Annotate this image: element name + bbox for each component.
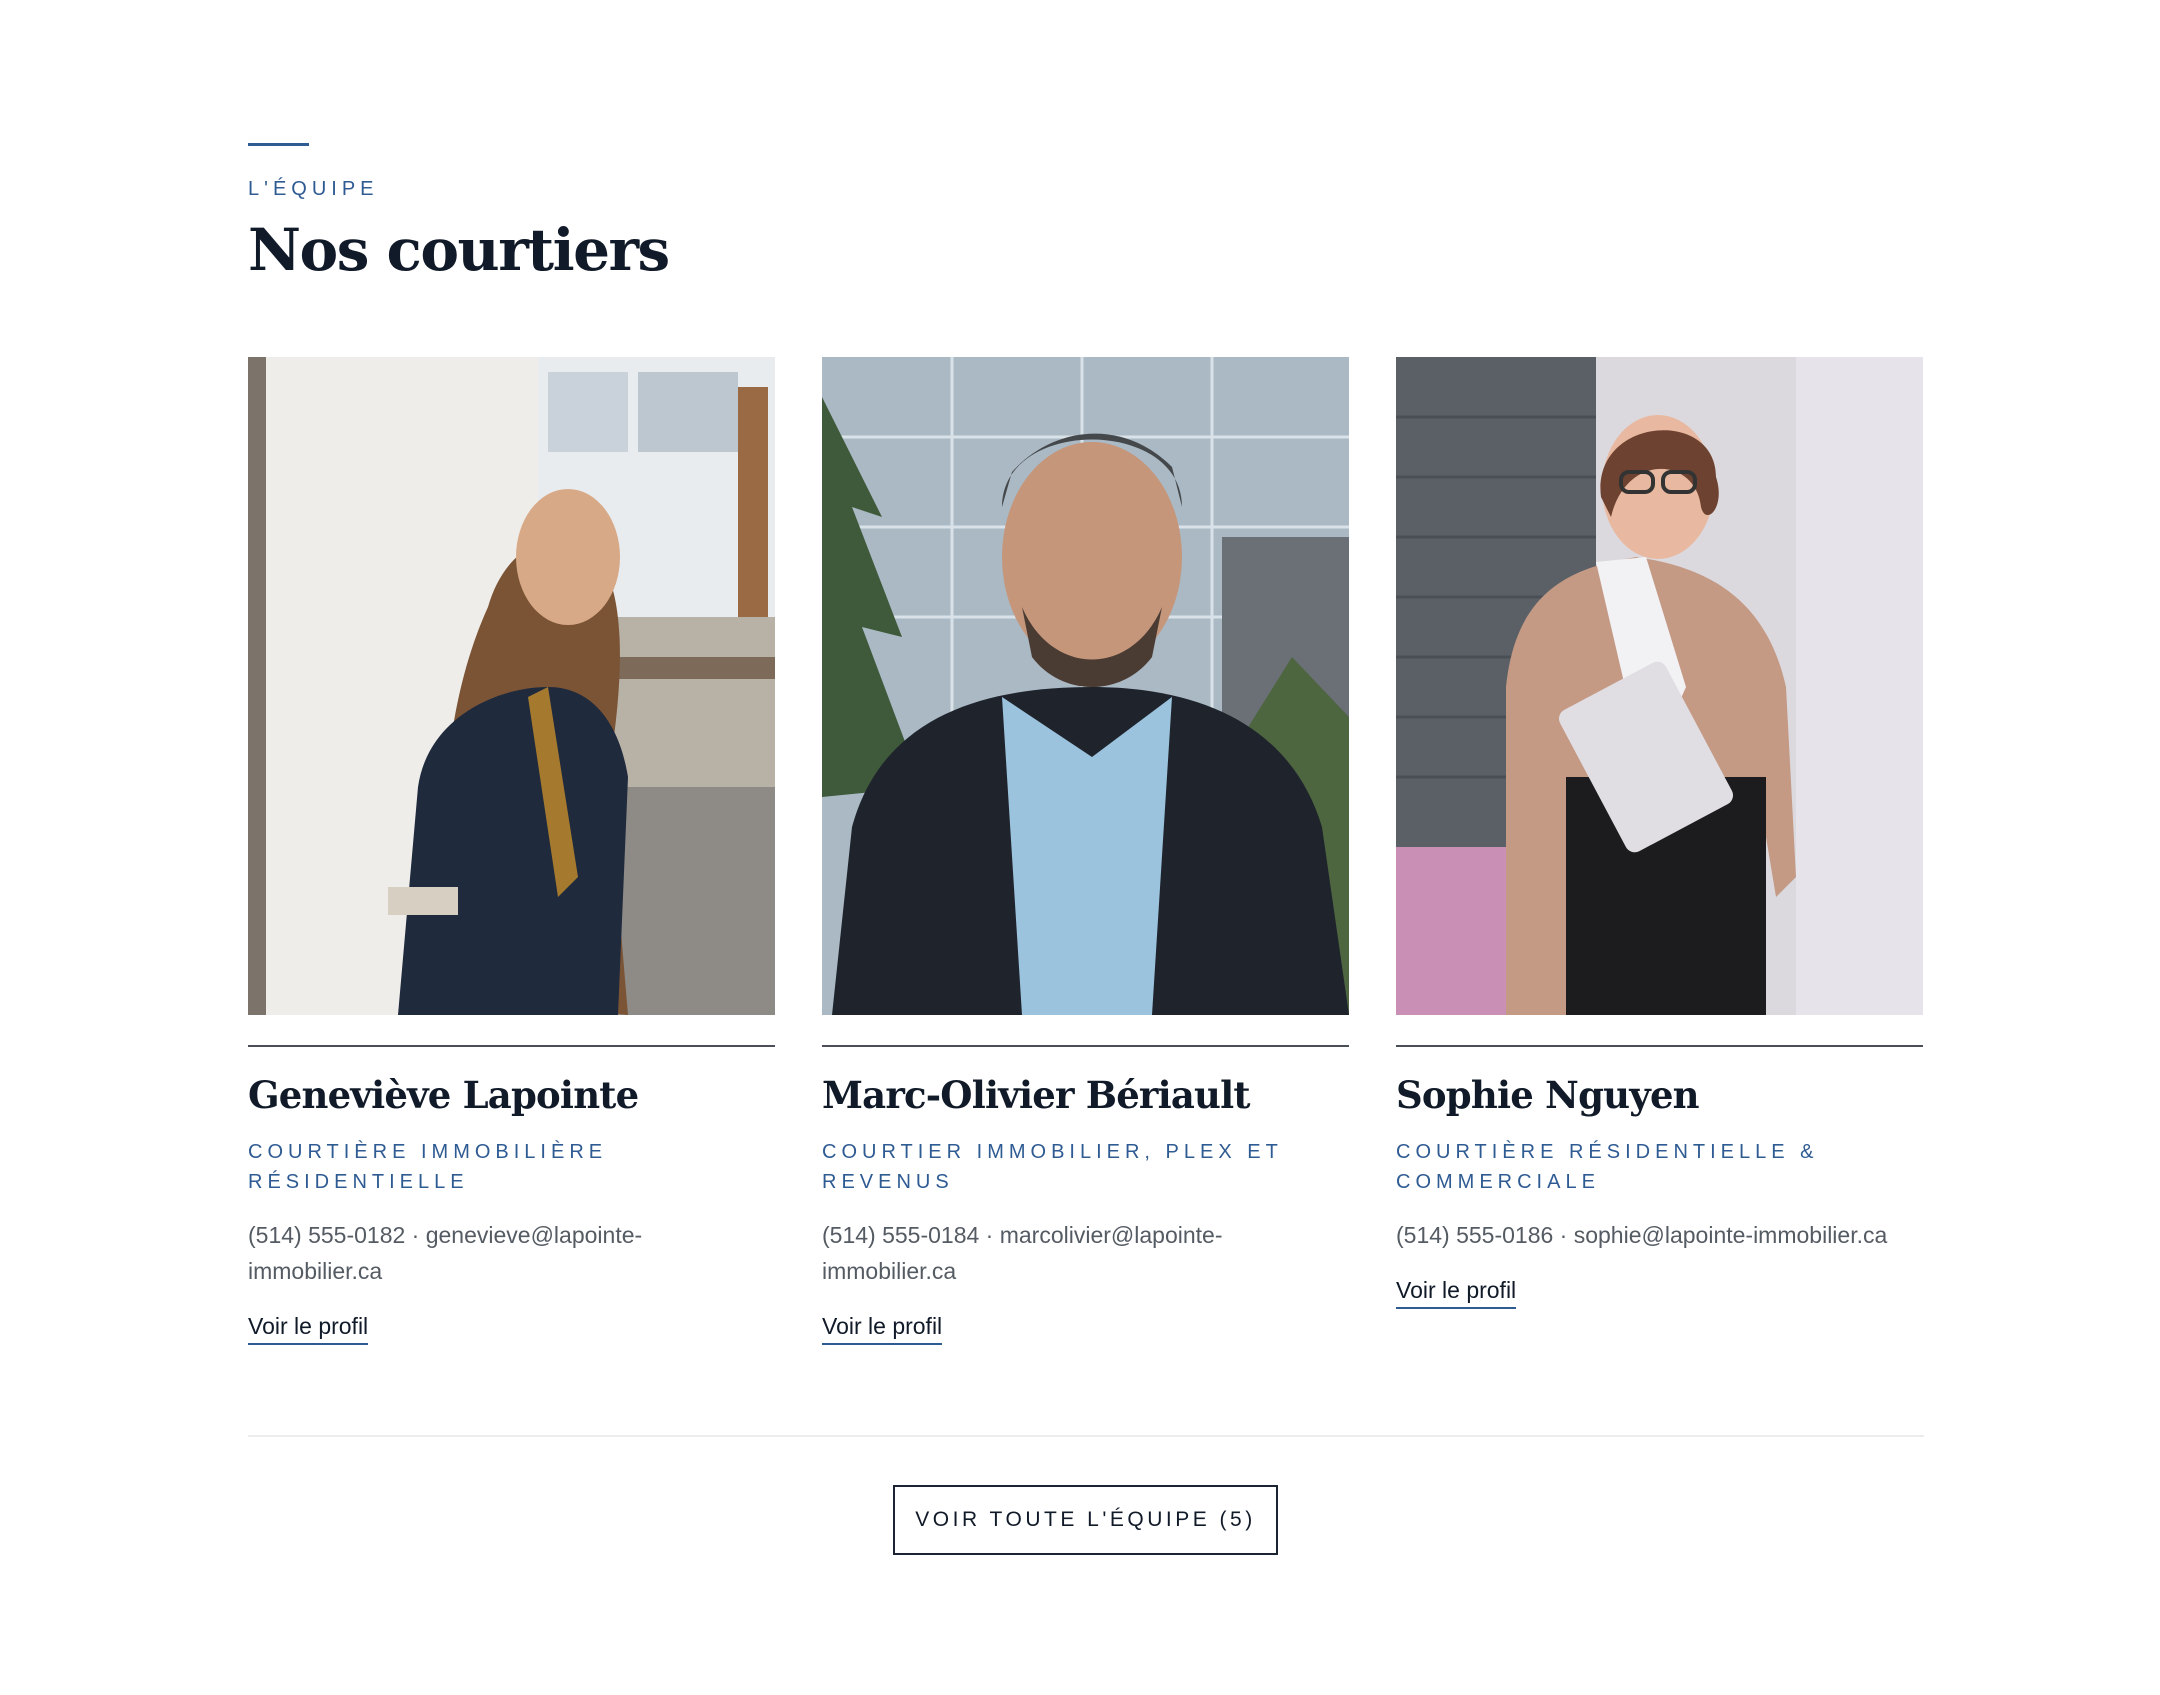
section-eyebrow: L'équipe xyxy=(248,178,379,200)
broker-photo-illustration xyxy=(248,357,775,1015)
broker-photo[interactable] xyxy=(1396,357,1923,1015)
broker-role: Courtière immobilière résidentielle xyxy=(248,1141,608,1193)
view-profile-link[interactable]: Voir le profil xyxy=(1396,1277,1517,1309)
broker-contact: (514) 555-0184 · marcolivier@lapointe-im… xyxy=(822,1222,1223,1284)
eyebrow-accent-line xyxy=(248,143,309,146)
broker-contact: (514) 555-0186 · sophie@lapointe-immobil… xyxy=(1396,1222,1888,1248)
broker-card: Sophie Nguyen Courtière résidentielle & … xyxy=(1396,357,1923,1309)
broker-name: Marc-Olivier Bériault xyxy=(822,1073,1251,1117)
broker-role: Courtier immobilier, plex et revenus xyxy=(822,1141,1283,1193)
section-divider xyxy=(248,1435,1924,1437)
card-divider xyxy=(1396,1045,1923,1047)
broker-grid: Geneviève Lapointe Courtière immobilière… xyxy=(248,357,1924,1357)
broker-photo-illustration xyxy=(822,357,1349,1015)
broker-photo[interactable] xyxy=(248,357,775,1015)
broker-card: Geneviève Lapointe Courtière immobilière… xyxy=(248,357,775,1345)
broker-photo[interactable] xyxy=(822,357,1349,1015)
view-all-team-button[interactable]: Voir toute l'équipe (5) xyxy=(893,1485,1278,1555)
broker-photo-illustration xyxy=(1396,357,1923,1015)
card-divider xyxy=(822,1045,1349,1047)
broker-name: Sophie Nguyen xyxy=(1396,1073,1700,1117)
view-profile-link[interactable]: Voir le profil xyxy=(822,1313,943,1345)
section-title: Nos courtiers xyxy=(248,216,670,284)
broker-role: Courtière résidentielle & commerciale xyxy=(1396,1141,1819,1193)
view-profile-link[interactable]: Voir le profil xyxy=(248,1313,369,1345)
broker-contact: (514) 555-0182 · genevieve@lapointe-immo… xyxy=(248,1222,643,1284)
broker-card: Marc-Olivier Bériault Courtier immobilie… xyxy=(822,357,1349,1345)
card-divider xyxy=(248,1045,775,1047)
broker-name: Geneviève Lapointe xyxy=(248,1073,639,1117)
